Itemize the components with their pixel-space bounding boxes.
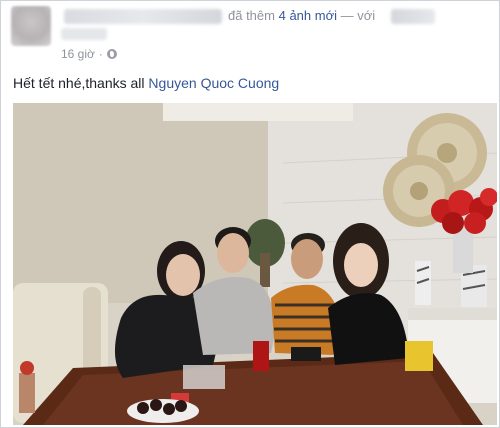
post-meta: 16 giờ · xyxy=(61,47,117,61)
facebook-post: đã thêm 4 ảnh mới — với 16 giờ · Hết tết… xyxy=(0,0,500,428)
author-name-redacted-line2 xyxy=(61,28,107,40)
message-text: Hết tết nhé,thanks all xyxy=(13,75,145,91)
added-label: đã thêm xyxy=(228,8,275,23)
post-header-text: đã thêm 4 ảnh mới — với xyxy=(228,8,375,23)
post-photo[interactable] xyxy=(13,103,497,425)
post-message: Hết tết nhé,thanks all Nguyen Quoc Cuong xyxy=(13,75,279,91)
photo-scene xyxy=(13,103,497,425)
photos-link[interactable]: 4 ảnh mới xyxy=(279,8,337,23)
meta-separator: · xyxy=(98,47,103,61)
author-name-redacted[interactable] xyxy=(64,9,222,24)
author-avatar[interactable] xyxy=(11,6,51,46)
tagged-person-redacted[interactable] xyxy=(391,9,435,24)
with-label: — với xyxy=(340,8,376,23)
mentioned-user-link[interactable]: Nguyen Quoc Cuong xyxy=(148,75,279,91)
post-timestamp[interactable]: 16 giờ xyxy=(61,47,95,61)
globe-icon[interactable] xyxy=(106,49,117,59)
